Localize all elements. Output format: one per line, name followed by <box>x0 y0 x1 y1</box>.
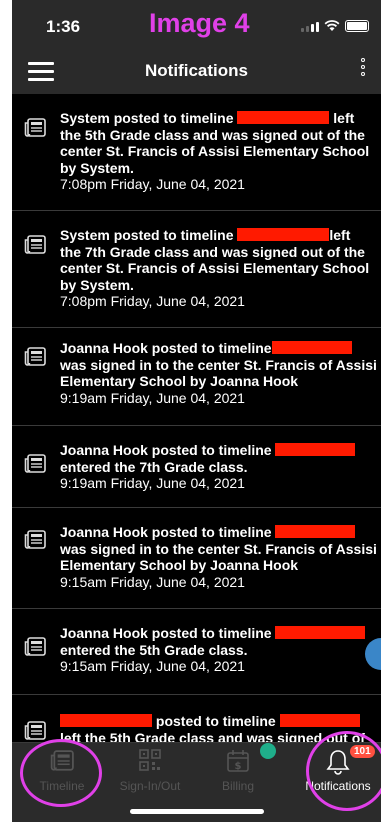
redaction-box <box>275 626 366 639</box>
notification-actor: Joanna Hook posted to timeline <box>60 340 272 356</box>
image-annotation-label: Image 4 <box>149 8 250 38</box>
redaction-box <box>60 714 152 727</box>
notification-text: Joanna Hook posted to timeline entered t… <box>60 442 381 492</box>
notification-body: the 5th Grade class and was signed out o… <box>60 126 370 176</box>
tab-billing[interactable]: $ Billing <box>198 743 278 799</box>
notification-body: was signed in to the center St. Francis … <box>60 356 377 390</box>
redaction-box <box>271 341 352 354</box>
notification-actor: System posted to timeline <box>60 110 234 126</box>
redaction-box <box>275 443 356 456</box>
notification-action: left <box>333 110 355 126</box>
notification-timestamp: 9:15am Friday, June 04, 2021 <box>60 573 245 590</box>
newspaper-icon <box>24 454 46 473</box>
notification-item[interactable]: posted to timeline left the 5th Grade cl… <box>12 695 381 742</box>
newspaper-icon <box>24 347 46 366</box>
wifi-icon <box>324 20 340 31</box>
app-header: Notifications <box>12 52 381 94</box>
tab-sign-in-out[interactable]: Sign-In/Out <box>110 743 190 799</box>
notification-timestamp: 9:19am Friday, June 04, 2021 <box>60 475 245 491</box>
annotation-circle-timeline <box>20 739 102 807</box>
status-icons <box>301 20 369 32</box>
notification-timestamp: 7:08pm Friday, June 04, 2021 <box>60 176 245 192</box>
notification-item[interactable]: Joanna Hook posted to timeline was signe… <box>12 508 381 609</box>
notification-body: entered the 7th Grade class. <box>60 458 248 475</box>
notification-actor: posted to timeline <box>155 713 276 729</box>
notification-text: System posted to timeline left the 7th G… <box>60 227 381 310</box>
qr-code-icon <box>139 749 161 771</box>
notification-actor: System posted to timeline <box>60 227 234 243</box>
cell-signal-icon <box>301 22 319 32</box>
status-bar: 1:36 Image 4 <box>12 0 381 52</box>
bottom-tab-bar: Timeline Sign-In/Out $ Billing 101 Notif… <box>12 731 381 822</box>
notification-text: Joanna Hook posted to timeline was signe… <box>60 340 381 406</box>
newspaper-icon <box>24 235 46 254</box>
notification-timestamp: 9:19am Friday, June 04, 2021 <box>60 389 245 406</box>
more-options-icon[interactable] <box>361 58 365 76</box>
home-indicator[interactable] <box>129 809 264 814</box>
notification-text: Joanna Hook posted to timeline entered t… <box>60 625 381 675</box>
notification-item[interactable]: System posted to timeline left the 5th G… <box>12 94 381 211</box>
battery-icon <box>345 20 369 32</box>
newspaper-icon <box>24 721 46 740</box>
newspaper-icon <box>24 530 46 549</box>
notification-item[interactable]: System posted to timeline left the 7th G… <box>12 211 381 328</box>
annotation-circle-notifications <box>306 731 381 811</box>
notification-actor: Joanna Hook posted to timeline <box>60 442 272 458</box>
notification-text: Joanna Hook posted to timeline was signe… <box>60 524 381 590</box>
redaction-box <box>237 228 330 241</box>
redaction-box <box>279 714 360 727</box>
notification-action: left <box>329 227 351 243</box>
notification-timestamp: 7:08pm Friday, June 04, 2021 <box>60 293 245 309</box>
phone-screen: 1:36 Image 4 Notifications System posted… <box>12 0 381 822</box>
notification-timestamp: 9:15am Friday, June 04, 2021 <box>60 658 245 674</box>
svg-text:$: $ <box>235 761 242 772</box>
notification-body: entered the 5th Grade class. <box>60 641 248 658</box>
notification-body: the 7th Grade class and was signed out o… <box>60 243 370 293</box>
invoice-calendar-icon: $ <box>227 750 249 772</box>
notification-actor: Joanna Hook posted to timeline <box>60 524 272 540</box>
notification-item[interactable]: Joanna Hook posted to timeline was signe… <box>12 328 381 426</box>
notification-body: was signed in to the center St. Francis … <box>60 540 377 574</box>
billing-status-dot <box>260 743 276 759</box>
notification-text: System posted to timeline left the 5th G… <box>60 110 381 193</box>
newspaper-icon <box>24 118 46 137</box>
notification-list[interactable]: System posted to timeline left the 5th G… <box>12 94 381 742</box>
page-title: Notifications <box>145 61 248 80</box>
notification-item[interactable]: Joanna Hook posted to timeline entered t… <box>12 426 381 508</box>
redaction-box <box>237 111 330 124</box>
notification-item[interactable]: Joanna Hook posted to timeline entered t… <box>12 609 381 695</box>
tab-label: Billing <box>221 779 254 793</box>
tab-label: Sign-In/Out <box>119 779 181 793</box>
redaction-box <box>275 525 356 538</box>
notification-actor: Joanna Hook posted to timeline <box>60 625 272 641</box>
newspaper-icon <box>24 637 46 656</box>
status-time: 1:36 <box>46 17 81 36</box>
